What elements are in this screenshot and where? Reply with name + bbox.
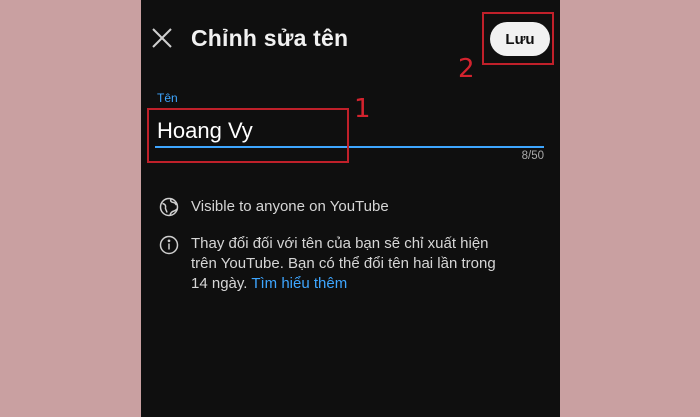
annotation-box-name: [147, 108, 349, 163]
info-line-2: trên YouTube. Bạn có thể đổi tên hai lần…: [191, 255, 496, 272]
info-line-3: 14 ngày.: [191, 275, 248, 292]
close-icon[interactable]: [151, 27, 173, 49]
name-field-label: Tên: [157, 91, 178, 105]
annotation-box-save: [482, 12, 554, 65]
annotation-marker-1: 1: [354, 94, 371, 124]
globe-icon: [159, 197, 179, 217]
annotation-marker-2: 2: [458, 54, 475, 84]
info-line-1: Thay đổi đối với tên của bạn sẽ chỉ xuất…: [191, 235, 489, 252]
page-title: Chỉnh sửa tên: [191, 25, 349, 51]
name-change-info: Thay đổi đối với tên của bạn sẽ chỉ xuất…: [191, 234, 546, 294]
learn-more-link[interactable]: Tìm hiểu thêm: [251, 275, 347, 292]
info-icon: [159, 235, 179, 255]
visibility-text: Visible to anyone on YouTube: [191, 198, 389, 215]
character-counter: 8/50: [521, 150, 544, 162]
